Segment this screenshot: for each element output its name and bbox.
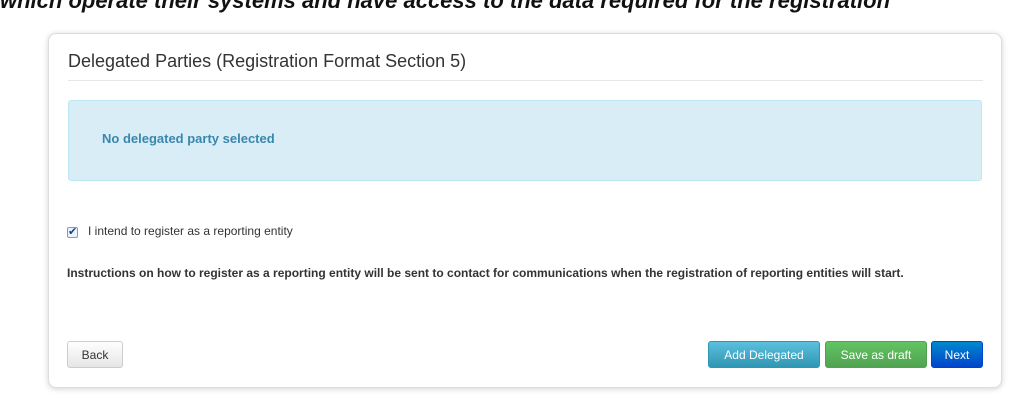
add-delegated-button[interactable]: Add Delegated: [708, 341, 820, 368]
register-checkbox[interactable]: ✔: [67, 226, 78, 238]
panel-title: Delegated Parties (Registration Format S…: [68, 51, 467, 71]
info-message: No delegated party selected: [102, 131, 275, 146]
instructions-text: Instructions on how to register as a rep…: [67, 266, 904, 280]
delegated-parties-panel: Delegated Parties (Registration Format S…: [48, 33, 1002, 388]
info-alert: No delegated party selected: [68, 100, 982, 181]
register-checkbox-row: ✔ I intend to register as a reporting en…: [67, 223, 293, 239]
next-button[interactable]: Next: [931, 341, 983, 368]
panel-divider: [68, 80, 983, 81]
register-checkbox-label[interactable]: I intend to register as a reporting enti…: [88, 224, 293, 238]
back-button[interactable]: Back: [67, 341, 123, 368]
clipped-header-text: which operate their systems and have acc…: [0, 0, 891, 13]
save-draft-button[interactable]: Save as draft: [825, 341, 927, 368]
checkmark-icon: ✔: [68, 226, 78, 238]
